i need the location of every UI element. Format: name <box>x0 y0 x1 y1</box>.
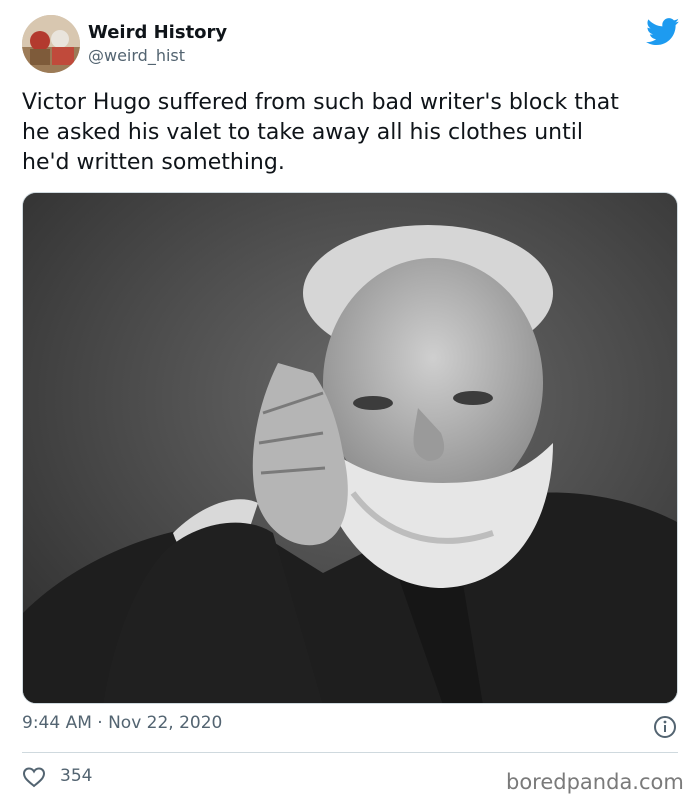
portrait-illustration <box>23 193 677 703</box>
twitter-bird-icon[interactable] <box>646 18 680 46</box>
author-handle[interactable]: @weird_hist <box>88 46 185 65</box>
avatar[interactable] <box>22 15 80 73</box>
avatar-image <box>22 15 80 73</box>
tweet-timestamp[interactable]: 9:44 AM · Nov 22, 2020 <box>22 713 222 733</box>
heart-icon[interactable] <box>22 766 46 788</box>
divider <box>22 752 678 753</box>
tweet-text: Victor Hugo suffered from such bad write… <box>22 90 619 175</box>
info-icon[interactable] <box>653 715 677 739</box>
watermark: boredpanda.com <box>506 770 684 794</box>
author-name[interactable]: Weird History <box>88 22 227 43</box>
like-count[interactable]: 354 <box>60 766 92 786</box>
tweet-photo[interactable] <box>22 192 678 704</box>
